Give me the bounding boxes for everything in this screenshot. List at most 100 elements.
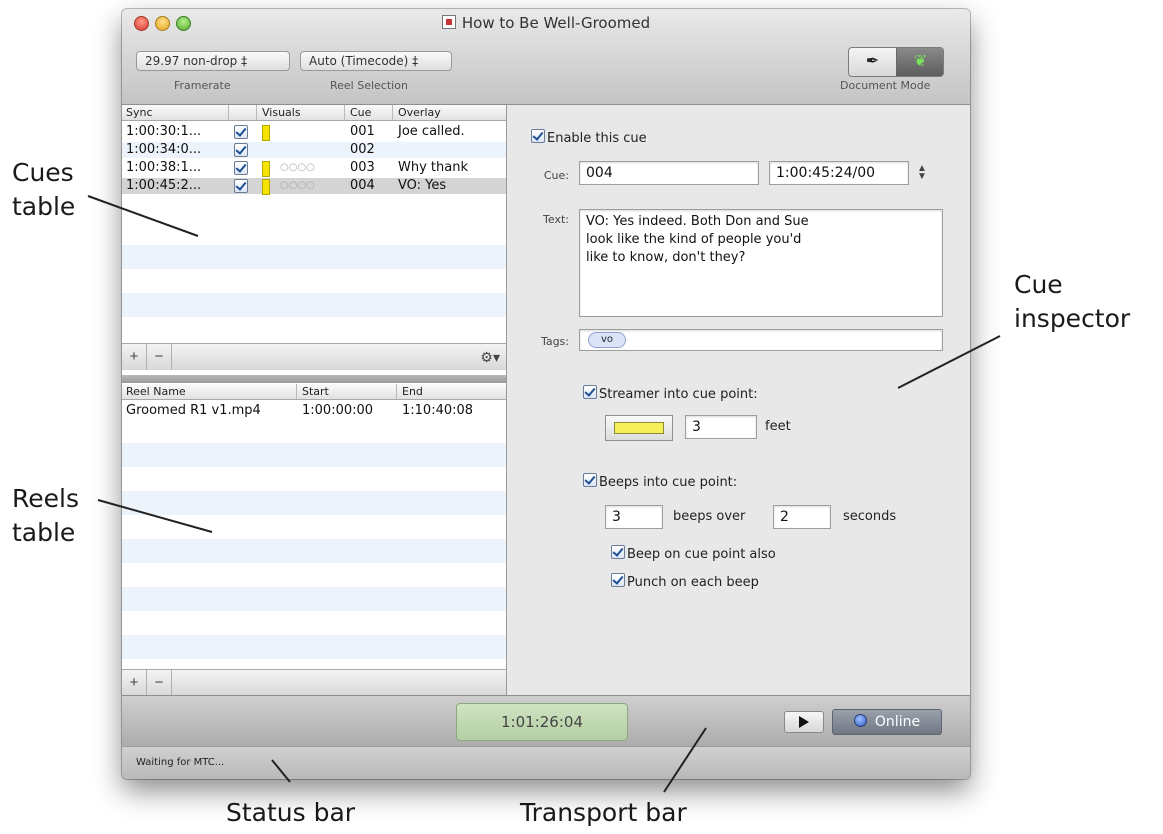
- reel-selection-label: Reel Selection: [330, 79, 408, 92]
- cue-number-field[interactable]: 004: [579, 161, 759, 185]
- col-overlay[interactable]: Overlay: [398, 106, 441, 119]
- callout-cues-table: Cues table: [12, 158, 76, 221]
- cues-table-header: Sync Visuals Cue Overlay: [122, 105, 506, 121]
- timecode-stepper[interactable]: ▲ ▼: [917, 164, 927, 182]
- split-view-divider[interactable]: [122, 375, 506, 383]
- streamer-marker: [262, 161, 270, 177]
- add-reel-button[interactable]: +: [122, 670, 147, 696]
- streamer-length-field[interactable]: 3: [685, 415, 757, 439]
- cue-number: 003: [350, 160, 375, 175]
- enable-cue-checkbox[interactable]: [531, 129, 545, 143]
- remove-reel-button[interactable]: −: [147, 670, 172, 696]
- cues-table-bottom-bar: + − ⚙▾: [122, 343, 506, 370]
- tags-field[interactable]: vo: [579, 329, 943, 351]
- reel-selection-popup[interactable]: Auto (Timecode) ‡: [300, 51, 452, 71]
- cue-enabled-checkbox[interactable]: [234, 161, 248, 175]
- cue-enabled-checkbox[interactable]: [234, 143, 248, 157]
- cue-overlay: Joe called.: [398, 124, 465, 139]
- beeps-over-label: beeps over: [673, 509, 746, 524]
- transport-bar: 1:01:26:04 Online: [122, 695, 970, 746]
- play-button[interactable]: [784, 711, 824, 733]
- window-title-text: How to Be Well-Groomed: [461, 14, 651, 32]
- pin-icon[interactable]: ✒: [849, 48, 896, 76]
- cue-number: 004: [350, 178, 375, 193]
- beep-on-cue-label: Beep on cue point also: [627, 547, 776, 562]
- table-row[interactable]: 1:00:34:0... 002: [122, 142, 506, 158]
- beeps-seconds-label: seconds: [843, 509, 897, 524]
- table-row[interactable]: Groomed R1 v1.mp4 1:00:00:00 1:10:40:08: [122, 403, 506, 419]
- tags-field-label: Tags:: [540, 335, 569, 348]
- streamer-color-swatch: [614, 422, 664, 434]
- tag-token[interactable]: vo: [588, 332, 627, 348]
- gear-icon[interactable]: ⚙▾: [480, 344, 500, 370]
- beep-on-cue-row[interactable]: Beep on cue point also: [611, 545, 776, 562]
- enable-cue-label: Enable this cue: [547, 131, 647, 146]
- punch-checkbox[interactable]: [611, 573, 625, 587]
- enable-cue-row[interactable]: Enable this cue: [531, 129, 647, 146]
- beep-on-cue-checkbox[interactable]: [611, 545, 625, 559]
- cue-sync: 1:00:34:0...: [126, 142, 202, 157]
- remove-cue-button[interactable]: −: [147, 344, 172, 370]
- col-cue[interactable]: Cue: [350, 106, 371, 119]
- cue-number: 002: [350, 142, 375, 157]
- streamer-checkbox[interactable]: [583, 385, 597, 399]
- document-mode-label: Document Mode: [840, 79, 931, 92]
- beeps-marker: ○○○○: [280, 180, 315, 191]
- beeps-count-field[interactable]: 3: [605, 505, 663, 529]
- beeps-row[interactable]: Beeps into cue point:: [583, 473, 737, 490]
- titlebar: How to Be Well-Groomed 29.97 non-drop ‡ …: [122, 9, 970, 105]
- cue-text-area[interactable]: VO: Yes indeed. Both Don and Sue look li…: [579, 209, 943, 317]
- reels-table-bottom-bar: + −: [122, 669, 506, 696]
- col-start[interactable]: Start: [302, 385, 329, 398]
- cue-sync: 1:00:30:1...: [126, 124, 202, 139]
- table-row[interactable]: 1:00:45:2... ○○○○ 004 VO: Yes: [122, 178, 506, 195]
- status-text: Waiting for MTC...: [136, 757, 225, 768]
- online-indicator-icon: [853, 714, 867, 727]
- window-title: How to Be Well-Groomed: [122, 14, 970, 32]
- reels-table-header: Reel Name Start End: [122, 384, 506, 400]
- timecode-field[interactable]: 1:00:45:24/00: [769, 161, 909, 185]
- reel-name: Groomed R1 v1.mp4: [126, 403, 261, 418]
- col-visuals[interactable]: Visuals: [262, 106, 301, 119]
- beeps-marker: ○○○○: [280, 162, 315, 173]
- cue-overlay: Why thank: [398, 160, 468, 175]
- streamer-unit-label: feet: [765, 419, 791, 434]
- online-label: Online: [874, 714, 921, 730]
- streamer-color-well[interactable]: [605, 415, 673, 441]
- status-bar: Waiting for MTC...: [122, 746, 970, 779]
- cue-enabled-checkbox[interactable]: [234, 179, 248, 193]
- punch-label: Punch on each beep: [627, 575, 759, 590]
- beeps-checkbox[interactable]: [583, 473, 597, 487]
- col-reel-name[interactable]: Reel Name: [126, 385, 186, 398]
- beeps-seconds-field[interactable]: 2: [773, 505, 831, 529]
- reel-start: 1:00:00:00: [302, 403, 374, 418]
- cue-number: 001: [350, 124, 375, 139]
- online-button[interactable]: Online: [832, 709, 942, 735]
- cue-field-label: Cue:: [543, 169, 569, 182]
- col-end[interactable]: End: [402, 385, 423, 398]
- callout-transport-bar: Transport bar: [520, 798, 687, 827]
- framerate-label: Framerate: [174, 79, 231, 92]
- streamer-row[interactable]: Streamer into cue point:: [583, 385, 758, 402]
- cue-overlay: VO: Yes: [398, 178, 447, 193]
- framerate-popup[interactable]: 29.97 non-drop ‡: [136, 51, 290, 71]
- add-cue-button[interactable]: +: [122, 344, 147, 370]
- callout-reels-table: Reels table: [12, 484, 79, 547]
- punch-row[interactable]: Punch on each beep: [611, 573, 759, 590]
- cue-enabled-checkbox[interactable]: [234, 125, 248, 139]
- reel-end: 1:10:40:08: [402, 403, 474, 418]
- callout-cue-inspector: Cue inspector: [1014, 270, 1131, 333]
- document-mode-control[interactable]: ✒ ❦: [848, 47, 944, 77]
- table-row[interactable]: 1:00:30:1... 001 Joe called.: [122, 124, 506, 141]
- leaf-icon[interactable]: ❦: [896, 48, 943, 76]
- document-icon: [441, 15, 456, 29]
- streamer-marker: [262, 179, 270, 195]
- table-row[interactable]: 1:00:38:1... ○○○○ 003 Why thank: [122, 160, 506, 177]
- timecode-display: 1:01:26:04: [456, 703, 628, 741]
- cue-sync: 1:00:45:2...: [126, 178, 202, 193]
- streamer-marker: [262, 125, 270, 141]
- cue-sync: 1:00:38:1...: [126, 160, 202, 175]
- app-window: How to Be Well-Groomed 29.97 non-drop ‡ …: [122, 9, 970, 779]
- col-sync[interactable]: Sync: [126, 106, 153, 119]
- text-field-label: Text:: [543, 213, 569, 226]
